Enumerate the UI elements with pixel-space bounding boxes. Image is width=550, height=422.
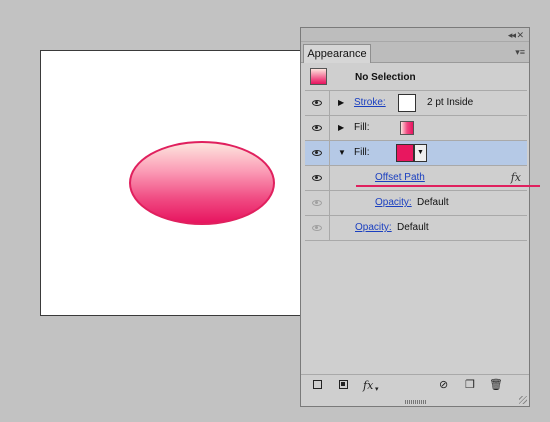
fill-opacity-value: Default [417,197,449,208]
resize-corner-icon[interactable] [519,396,527,404]
resize-grip[interactable] [405,400,427,404]
fill-label: Fill: [354,122,370,133]
stroke-value: 2 pt Inside [427,97,474,108]
fill-opacity-link[interactable]: Opacity: [375,197,412,209]
object-opacity-row[interactable]: Opacity: Default [305,216,527,241]
red-annotation-line [356,185,540,187]
artboard[interactable] [40,50,302,316]
object-opacity-link[interactable]: Opacity: [355,222,392,234]
add-new-fill-icon[interactable] [339,380,348,389]
eye-icon [312,225,322,231]
offset-path-link[interactable]: Offset Path [375,172,425,184]
panel-bottom-toolbar: fx ▾ ⊘ ❐ 🗑 [301,374,529,396]
solid-fill-swatch[interactable] [396,144,414,162]
clear-appearance-icon[interactable]: ⊘ [439,379,448,392]
duplicate-item-icon[interactable]: ❐ [465,379,475,392]
eye-icon[interactable] [312,100,322,106]
fx-icon[interactable]: fx [511,171,521,184]
visibility-cell [305,91,330,115]
delete-item-icon[interactable]: 🗑 [489,379,503,392]
panel-titlebar[interactable]: ◂◂ ✕ [301,28,529,42]
stroke-link[interactable]: Stroke: [354,97,386,109]
tab-appearance[interactable]: Appearance [303,44,371,63]
fill-row-solid[interactable]: ▼ Fill: ▼ [305,141,527,166]
panel-menu-icon[interactable]: ▾≡ [515,47,525,57]
stroke-row[interactable]: ▶ Stroke: 2 pt Inside [305,91,527,116]
selection-label: No Selection [355,72,416,83]
visibility-cell [305,216,330,240]
add-new-stroke-icon[interactable] [313,380,322,389]
eye-icon[interactable] [312,125,322,131]
fill-opacity-row[interactable]: Opacity: Default [305,191,527,216]
offset-path-row[interactable]: Offset Path fx [305,166,527,191]
gradient-fill-swatch[interactable] [400,121,414,135]
expand-triangle-icon[interactable]: ▶ [338,98,344,108]
selection-thumbnail [310,68,327,85]
fill-row-gradient[interactable]: ▶ Fill: [305,116,527,141]
visibility-cell [305,141,330,165]
visibility-cell [305,191,330,215]
expand-triangle-icon[interactable]: ▶ [338,123,344,133]
chevron-down-icon[interactable]: ▼ [414,144,427,162]
ellipse-shape[interactable] [129,141,275,225]
visibility-cell [305,166,330,190]
selection-header-row: No Selection [305,64,527,91]
eye-icon[interactable] [312,175,322,181]
eye-icon[interactable] [312,150,322,156]
object-opacity-value: Default [397,222,429,233]
appearance-rows: No Selection ▶ Stroke: 2 pt Inside ▶ Fil… [305,64,527,241]
fill-label: Fill: [354,147,370,158]
eye-icon [312,200,322,206]
stroke-swatch[interactable] [398,94,416,112]
visibility-cell [305,116,330,140]
appearance-panel: ◂◂ ✕ Appearance ▾≡ No Selection ▶ Stroke… [300,27,530,407]
chevron-down-icon[interactable]: ▾ [375,383,379,396]
collapse-triangle-icon[interactable]: ▼ [338,148,346,158]
collapse-panel-icon[interactable]: ◂◂ ✕ [508,29,524,41]
panel-tabbar: Appearance ▾≡ [301,42,529,63]
add-new-effect-icon[interactable]: fx [363,379,373,392]
